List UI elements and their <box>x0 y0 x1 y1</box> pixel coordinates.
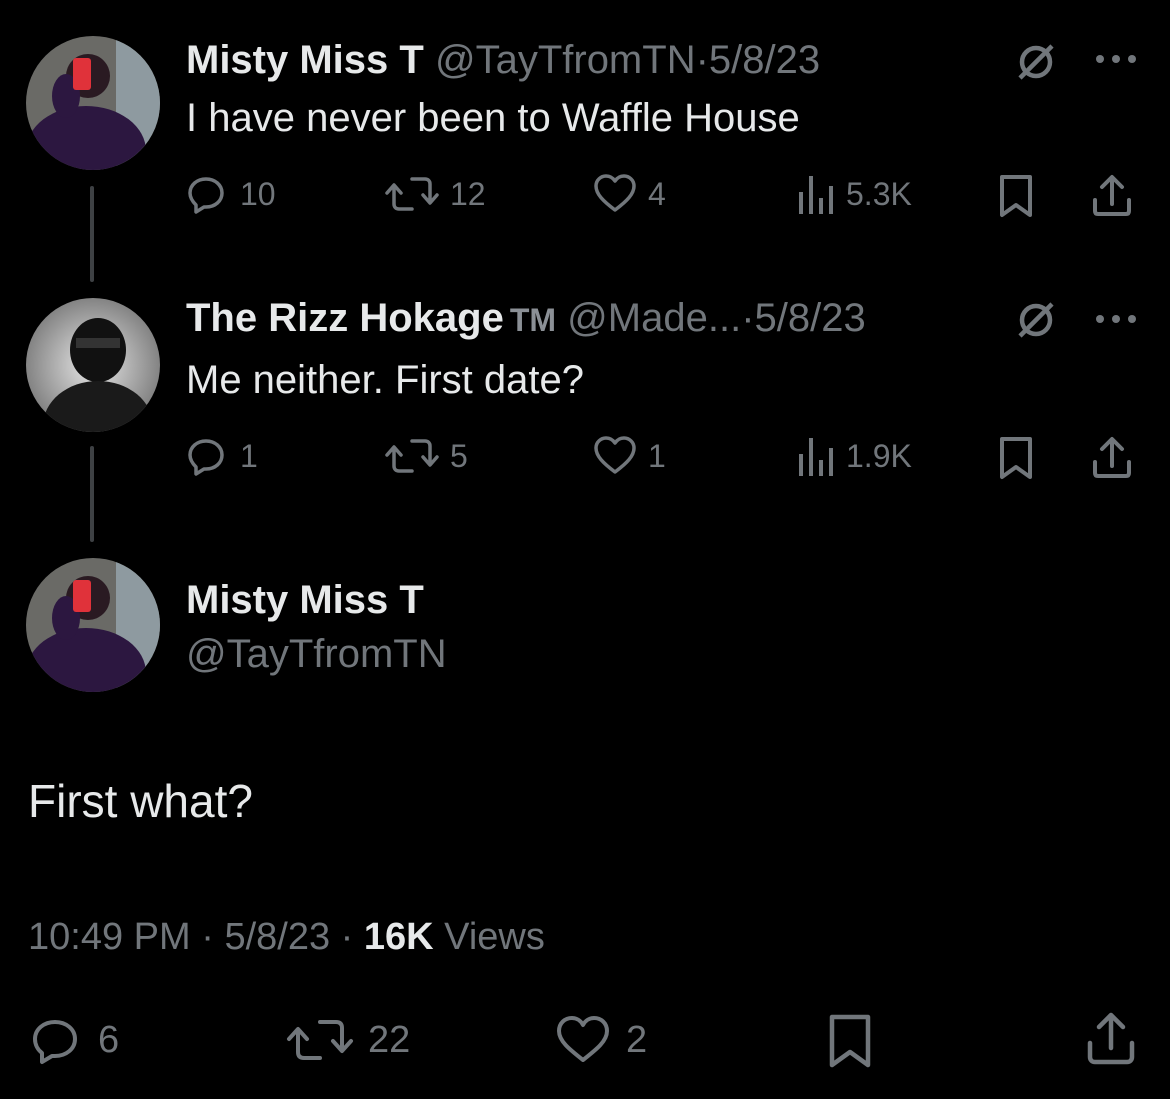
trademark-badge: TM <box>509 302 557 338</box>
separator: · <box>340 916 354 958</box>
share-icon[interactable] <box>1090 436 1134 485</box>
views-count: 1.9K <box>846 438 912 474</box>
bookmark-icon[interactable] <box>998 174 1034 223</box>
like-button[interactable]: 1 <box>592 434 666 478</box>
like-button[interactable]: 4 <box>592 172 666 216</box>
tweet-time[interactable]: 10:49 PM <box>28 916 191 958</box>
separator: · <box>695 38 709 82</box>
tweet2-header: The Rizz Hokage TM @Made...·5/8/23 <box>186 298 866 338</box>
retweet-icon <box>385 439 439 473</box>
author-handle[interactable]: @TayTfromTN <box>435 38 696 82</box>
retweet-count: 12 <box>450 176 486 212</box>
retweet-button[interactable]: 12 <box>384 172 486 216</box>
like-count: 4 <box>648 176 666 212</box>
author-name[interactable]: The Rizz Hokage <box>186 296 504 340</box>
like-button[interactable]: 2 <box>554 1014 647 1066</box>
retweet-icon <box>287 1020 353 1060</box>
retweet-icon <box>385 177 439 211</box>
avatar-misty[interactable] <box>26 36 160 170</box>
share-icon[interactable] <box>1084 1012 1138 1071</box>
reply-icon <box>188 177 224 214</box>
main-tweet-text: First what? <box>28 775 253 827</box>
avatar-misty[interactable] <box>26 558 160 692</box>
grok-icon[interactable] <box>1014 40 1058 89</box>
reply-count: 1 <box>240 438 258 474</box>
reply-count: 10 <box>240 176 276 212</box>
tweet-text: Me neither. First date? <box>186 358 584 402</box>
separator: · <box>201 916 214 958</box>
views-icon <box>799 438 833 476</box>
retweet-button[interactable]: 5 <box>384 434 468 478</box>
tweet1-header: Misty Miss T @TayTfromTN·5/8/23 <box>186 40 820 80</box>
avatar-rizz[interactable] <box>26 298 160 432</box>
more-icon[interactable] <box>1094 52 1138 70</box>
separator: · <box>741 296 755 340</box>
views-icon <box>799 176 833 214</box>
author-name[interactable]: Misty Miss T <box>186 578 424 622</box>
thread-line <box>90 446 94 542</box>
heart-icon <box>557 1016 609 1062</box>
views-label: Views <box>444 916 545 958</box>
main-author-name[interactable]: Misty Miss T <box>186 580 424 620</box>
reply-icon <box>33 1020 77 1064</box>
heart-icon <box>594 174 636 212</box>
bookmark-icon[interactable] <box>828 1014 872 1073</box>
author-handle[interactable]: @Made... <box>567 296 741 340</box>
retweet-button[interactable]: 22 <box>286 1014 410 1066</box>
like-count: 1 <box>648 438 666 474</box>
reply-button[interactable]: 6 <box>30 1014 119 1066</box>
tweet-text: I have never been to Waffle House <box>186 96 800 140</box>
reply-button[interactable]: 10 <box>186 172 276 216</box>
like-count: 2 <box>626 1019 648 1061</box>
tweet-date[interactable]: 5/8/23 <box>224 916 330 958</box>
tweet-date[interactable]: 5/8/23 <box>709 38 820 82</box>
reply-count: 6 <box>98 1019 120 1061</box>
reply-button[interactable]: 1 <box>186 434 258 478</box>
thread-line <box>90 186 94 282</box>
tweet-meta: 10:49 PM · 5/8/23 · 16K Views <box>28 918 545 956</box>
main-author-handle[interactable]: @TayTfromTN <box>186 634 447 674</box>
grok-icon[interactable] <box>1014 298 1058 347</box>
bookmark-icon[interactable] <box>998 436 1034 485</box>
views-count: 16K <box>363 916 434 958</box>
share-icon[interactable] <box>1090 174 1134 223</box>
author-name[interactable]: Misty Miss T <box>186 38 424 82</box>
views-button[interactable]: 1.9K <box>796 434 912 478</box>
views-button[interactable]: 5.3K <box>796 172 912 216</box>
more-icon[interactable] <box>1094 312 1138 330</box>
views-count: 5.3K <box>846 176 912 212</box>
heart-icon <box>594 436 636 474</box>
tweet-date[interactable]: 5/8/23 <box>755 296 866 340</box>
reply-icon <box>188 439 224 476</box>
retweet-count: 5 <box>450 438 468 474</box>
retweet-count: 22 <box>368 1019 411 1061</box>
